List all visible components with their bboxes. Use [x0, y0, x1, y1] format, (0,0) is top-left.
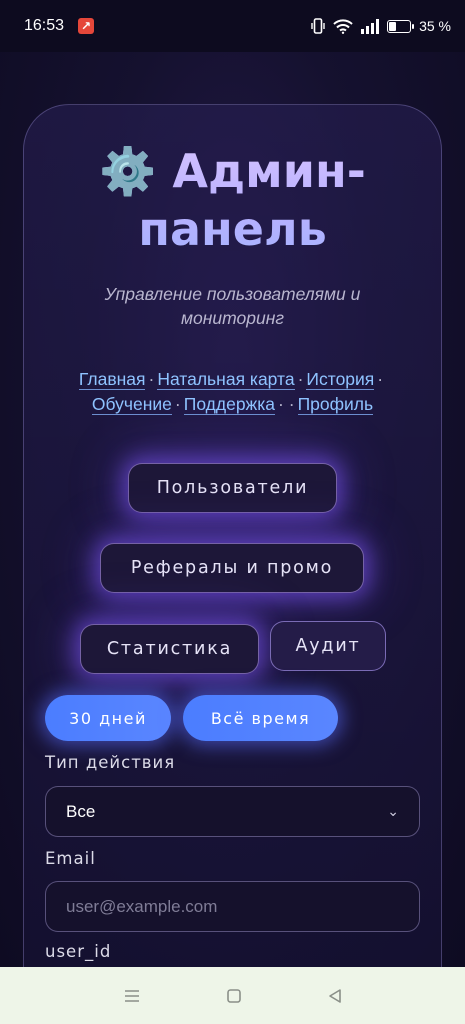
- battery-percent: 35 %: [419, 18, 451, 34]
- nav-link-support[interactable]: Поддержка: [183, 394, 276, 415]
- period-all-time-button[interactable]: Всё время: [183, 695, 338, 741]
- audit-button[interactable]: Аудит: [270, 621, 386, 671]
- email-placeholder: user@example.com: [66, 896, 218, 916]
- status-bar: 16:53 ↗ 35 %: [0, 0, 465, 52]
- nav-link-natal-chart[interactable]: Натальная карта: [157, 369, 295, 390]
- app-notification-icon: ↗: [78, 18, 95, 34]
- period-30-days-button[interactable]: 30 дней: [45, 695, 171, 741]
- status-icons: 35 %: [311, 18, 451, 34]
- nav-links: Главная · Натальная карта · История · Обучени…: [78, 369, 384, 415]
- page-title: ⚙️ Админ- панель: [0, 142, 465, 258]
- home-icon[interactable]: [226, 988, 242, 1004]
- chevron-down-icon: ⌄: [387, 803, 399, 819]
- battery-icon: [387, 19, 415, 33]
- users-button[interactable]: Пользователи: [128, 463, 337, 513]
- action-type-label: Тип действия: [45, 753, 176, 772]
- menu-icon[interactable]: [123, 988, 141, 1004]
- page-subtitle: Управление пользователями и мониторинг: [104, 284, 361, 328]
- nav-link-profile[interactable]: Профиль: [297, 394, 374, 415]
- email-field[interactable]: user@example.com: [45, 881, 420, 932]
- action-type-select[interactable]: Все ⌄: [45, 786, 420, 837]
- signal-icon: [361, 18, 380, 34]
- user-id-label: user_id: [45, 942, 112, 961]
- status-time: 16:53: [24, 17, 65, 34]
- email-label: Email: [45, 849, 96, 868]
- nav-link-home[interactable]: Главная: [78, 369, 146, 390]
- stats-button[interactable]: Статистика: [80, 624, 259, 674]
- system-nav-bar: [0, 967, 465, 1024]
- gear-icon: ⚙️: [99, 144, 157, 198]
- title-line-1: Админ-: [172, 144, 366, 198]
- back-icon[interactable]: [327, 988, 343, 1004]
- title-line-2: панель: [138, 202, 327, 256]
- nav-link-learning[interactable]: Обучение: [91, 394, 172, 415]
- action-type-value: Все: [66, 801, 96, 821]
- battery-level: [389, 21, 397, 31]
- referrals-button[interactable]: Рефералы и промо: [100, 543, 364, 593]
- nav-link-history[interactable]: История: [306, 369, 375, 390]
- vibrate-icon: [311, 18, 325, 34]
- wifi-icon: [333, 18, 353, 34]
